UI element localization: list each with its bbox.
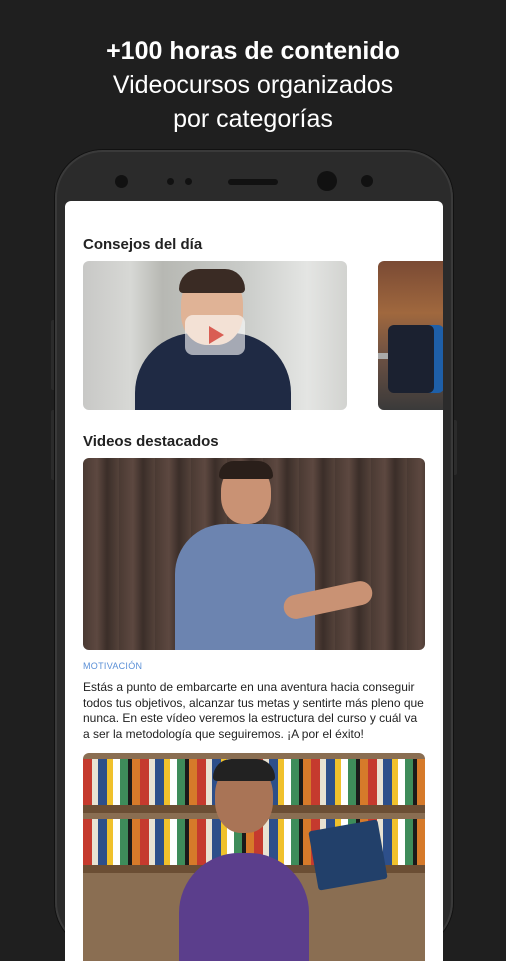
featured-video-card[interactable] [83,753,425,961]
app-screen: Consejos del día Videos destacados MOTIV… [65,201,443,961]
sensor-icon [167,178,174,185]
tip-video-card[interactable] [378,261,443,410]
video-category-label: MOTIVACIÓN [83,661,143,671]
tip-video-card[interactable] [83,261,347,410]
video-thumbnail-barbell [388,325,434,393]
camera-icon [317,171,337,191]
speaker-grille [228,179,278,185]
promo-line-3: por categorías [173,105,333,133]
play-icon [209,326,224,344]
video-thumbnail-person [179,269,245,293]
video-thumbnail-book [308,819,388,891]
video-thumbnail-person [213,759,275,781]
video-thumbnail-person [179,853,309,961]
video-thumbnail-person [175,524,315,650]
promo-headline: +100 horas de contenido Videocursos orga… [0,34,506,136]
tips-section-title: Consejos del día [83,236,203,253]
sensor-icon [115,175,128,188]
promo-line-2: Videocursos organizados [112,71,394,99]
phone-top-bezel [55,150,453,202]
sensor-icon [185,178,192,185]
featured-section-title: Videos destacados [83,433,219,450]
phone-frame: Consejos del día Videos destacados MOTIV… [55,150,453,961]
sensor-icon [361,175,373,187]
video-thumbnail-person [219,461,273,479]
promo-line-1: +100 horas de contenido [106,37,400,65]
video-description: Estás a punto de embarcarte en una avent… [83,680,424,741]
play-button[interactable] [185,315,245,355]
featured-video-card[interactable] [83,458,425,650]
